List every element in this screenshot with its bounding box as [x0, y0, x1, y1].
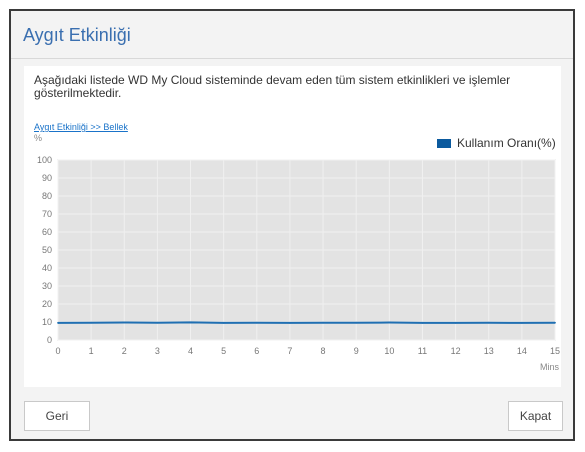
data-point — [289, 322, 291, 324]
x-tick-label: 12 — [451, 346, 461, 356]
x-tick-label: 15 — [550, 346, 560, 356]
data-point — [189, 321, 192, 324]
data-point — [421, 322, 424, 324]
x-tick-label: 6 — [254, 346, 259, 356]
x-tick-label: 2 — [122, 346, 127, 356]
y-tick-label: 90 — [42, 173, 52, 183]
x-tick-label: 5 — [221, 346, 226, 356]
x-tick-label: 1 — [89, 346, 94, 356]
y-tick-label: 30 — [42, 281, 52, 291]
x-tick-label: 13 — [484, 346, 494, 356]
back-button[interactable]: Geri — [24, 401, 90, 431]
x-tick-label: 11 — [418, 346, 427, 356]
series-line — [57, 321, 556, 324]
data-point — [487, 321, 490, 324]
device-activity-dialog: Aygıt Etkinliği Aşağıdaki listede WD My … — [9, 9, 575, 441]
y-tick-label: 20 — [42, 299, 52, 309]
x-tick-label: 14 — [517, 346, 527, 356]
y-tick-label: 100 — [37, 155, 52, 165]
x-axis-label: Mins — [540, 362, 560, 372]
x-tick-label: 9 — [354, 346, 359, 356]
data-point — [520, 322, 523, 324]
data-point — [57, 322, 59, 324]
y-tick-label: 80 — [42, 191, 52, 201]
y-tick-label: 40 — [42, 263, 52, 273]
data-point — [156, 321, 159, 324]
data-point — [454, 322, 457, 324]
data-point — [554, 321, 556, 324]
data-point — [123, 321, 126, 324]
data-point — [322, 321, 324, 324]
title-divider — [11, 58, 573, 59]
x-tick-label: 8 — [321, 346, 326, 356]
data-point — [355, 321, 358, 324]
y-tick-label: 50 — [42, 245, 52, 255]
data-point — [90, 321, 93, 324]
content-panel: Aşağıdaki listede WD My Cloud sisteminde… — [24, 66, 561, 387]
x-tick-label: 3 — [155, 346, 160, 356]
x-tick-label: 10 — [384, 346, 394, 356]
x-tick-label: 0 — [55, 346, 60, 356]
y-tick-label: 0 — [47, 335, 52, 345]
data-point — [222, 322, 225, 324]
x-tick-label: 7 — [287, 346, 292, 356]
data-point — [388, 321, 391, 324]
memory-usage-chart: 01020304050607080901000 1 2 3 4 5 6 7 8 9 10 11 12 13… — [37, 155, 560, 372]
y-tick-label: 70 — [42, 209, 52, 219]
x-tick-label: 4 — [188, 346, 193, 356]
data-point — [255, 321, 258, 324]
y-tick-label: 60 — [42, 227, 52, 237]
close-button[interactable]: Kapat — [508, 401, 563, 431]
dialog-title: Aygıt Etkinliği — [23, 25, 131, 45]
y-tick-label: 10 — [42, 317, 52, 327]
